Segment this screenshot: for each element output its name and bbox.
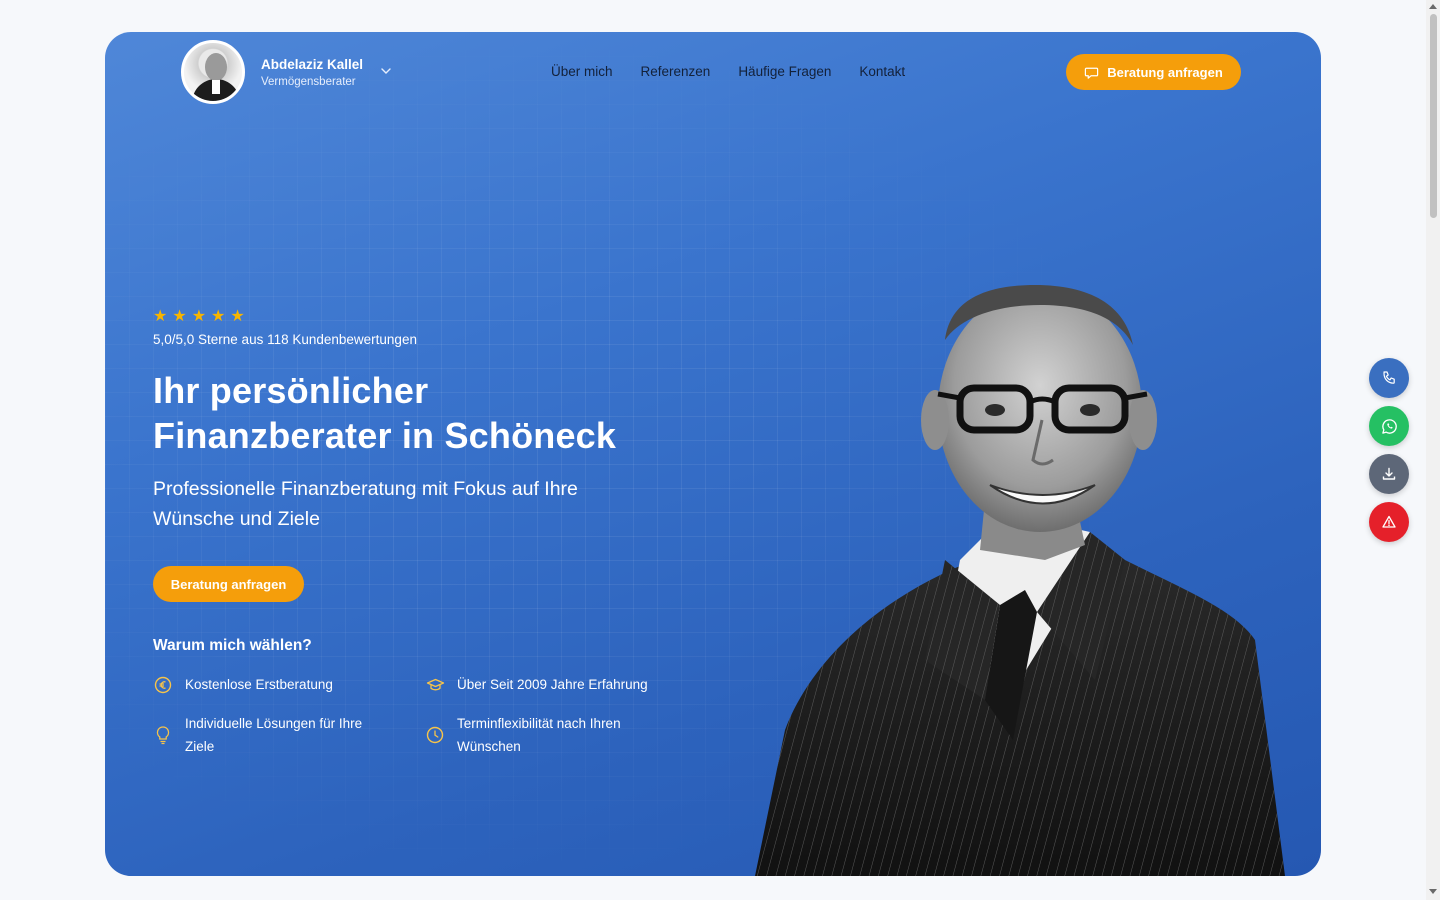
scroll-down-arrow-icon[interactable] xyxy=(1429,889,1437,894)
feature-text: Über Seit 2009 Jahre Erfahrung xyxy=(457,677,648,692)
scroll-thumb[interactable] xyxy=(1430,14,1437,218)
graduation-cap-icon xyxy=(425,675,445,695)
hero-subtitle: Professionelle Finanzberatung mit Fokus … xyxy=(153,478,578,530)
download-button[interactable] xyxy=(1369,454,1409,494)
rating-stars: ★ ★ ★ ★ ★ xyxy=(153,309,245,325)
brand-text: Abdelaziz Kallel Vermögensberater xyxy=(261,57,363,88)
feature-item: Individuelle Lösungen für Ihre Ziele xyxy=(153,712,393,758)
chat-bubble-icon xyxy=(1085,67,1099,79)
header-cta-label: Beratung anfragen xyxy=(1107,64,1223,80)
hero-title: Ihr persönlicher Finanzberater in Schöne… xyxy=(153,368,713,458)
hero-consultation-button[interactable]: Beratung anfragen xyxy=(153,566,304,602)
rating-text: 5,0/5,0 Sterne aus 118 Kundenbewertungen xyxy=(153,332,417,347)
chevron-down-icon[interactable] xyxy=(379,64,393,78)
download-icon xyxy=(1382,467,1396,480)
brand-name: Abdelaziz Kallel xyxy=(261,56,364,72)
star-icon: ★ xyxy=(172,308,187,325)
why-choose-title: Warum mich wählen? xyxy=(153,637,312,654)
hero-title-line-1: Ihr persönlicher xyxy=(153,370,429,411)
alert-icon xyxy=(1382,515,1396,528)
hero-section: Abdelaziz Kallel Vermögensberater Über m… xyxy=(105,32,1321,876)
nav-link-faq[interactable]: Häufige Fragen xyxy=(738,64,831,79)
star-icon: ★ xyxy=(191,308,207,325)
advisor-portrait xyxy=(755,285,1285,876)
hero-title-line-2: Finanzberater in Schöneck xyxy=(153,415,617,456)
feature-item: Über Seit 2009 Jahre Erfahrung xyxy=(425,673,648,696)
brand-role: Vermögensberater xyxy=(261,75,356,88)
star-icon: ★ xyxy=(230,308,245,325)
header-consultation-button[interactable]: Beratung anfragen xyxy=(1066,54,1241,90)
main-nav: Über mich Referenzen Häufige Fragen Kont… xyxy=(551,64,905,79)
page-scrollbar[interactable] xyxy=(1426,0,1440,900)
star-icon: ★ xyxy=(211,308,226,325)
phone-icon xyxy=(1383,371,1395,384)
clock-icon xyxy=(425,725,445,745)
euro-icon xyxy=(153,675,173,695)
nav-link-referenzen[interactable]: Referenzen xyxy=(641,64,711,79)
feature-text: Individuelle Lösungen für Ihre Ziele xyxy=(185,716,363,754)
scroll-up-arrow-icon[interactable] xyxy=(1429,4,1437,9)
feature-text: Terminflexibilität nach Ihren Wünschen xyxy=(457,716,621,754)
feature-item: Kostenlose Erstberatung xyxy=(153,673,333,696)
feature-item: Terminflexibilität nach Ihren Wünschen xyxy=(425,712,665,758)
phone-button[interactable] xyxy=(1369,358,1409,398)
avatar xyxy=(181,40,245,104)
whatsapp-button[interactable] xyxy=(1369,406,1409,446)
whatsapp-icon xyxy=(1381,418,1397,434)
nav-link-kontakt[interactable]: Kontakt xyxy=(859,64,905,79)
star-icon: ★ xyxy=(153,308,168,325)
lightbulb-icon xyxy=(153,725,173,745)
brand[interactable]: Abdelaziz Kallel Vermögensberater xyxy=(181,40,393,104)
alert-button[interactable] xyxy=(1369,502,1409,542)
feature-text: Kostenlose Erstberatung xyxy=(185,677,333,692)
nav-link-ueber-mich[interactable]: Über mich xyxy=(551,64,613,79)
